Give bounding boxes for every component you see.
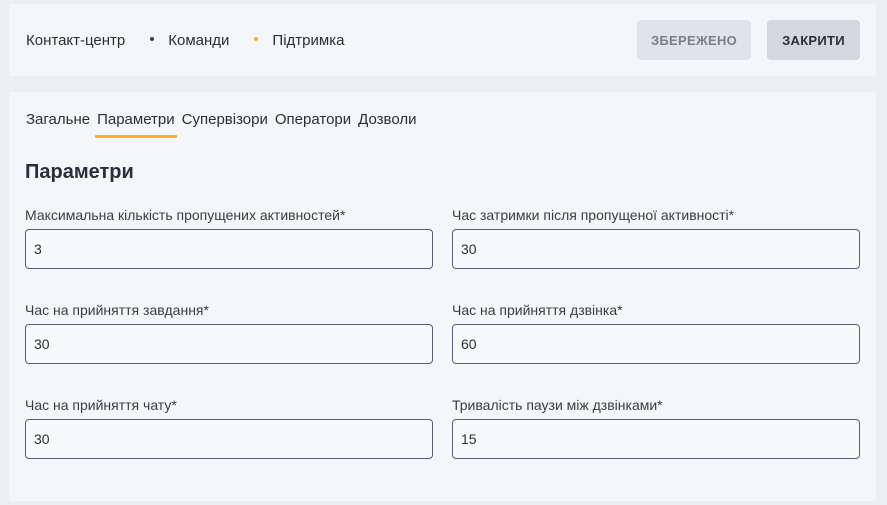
- breadcrumb-separator-dot: [150, 37, 155, 41]
- field-label: Тривалість паузи між дзвінками*: [452, 397, 663, 413]
- section-title: Параметри: [25, 161, 134, 183]
- breadcrumb: Контакт-центр Команди Підтримка: [26, 4, 344, 76]
- breadcrumb-separator-dot-accent: [254, 37, 259, 41]
- missed-activity-delay-input[interactable]: 30: [452, 229, 860, 269]
- missed-activity-delay-field: Час затримки після пропущеної активності…: [452, 206, 860, 269]
- header-bar: Контакт-центр Команди Підтримка ЗБЕРЕЖЕН…: [9, 4, 876, 76]
- close-button[interactable]: ЗАКРИТИ: [767, 20, 860, 60]
- field-label: Час на прийняття чату*: [25, 397, 177, 413]
- tab-permissions[interactable]: Дозволи: [358, 111, 416, 137]
- tab-general[interactable]: Загальне: [26, 111, 90, 137]
- field-label: Максимальна кількість пропущених активно…: [25, 207, 346, 223]
- breadcrumb-item-teams[interactable]: Команди: [168, 32, 229, 49]
- chat-accept-time-input[interactable]: 30: [25, 419, 433, 459]
- tab-parameters[interactable]: Параметри: [95, 111, 177, 138]
- settings-panel: Загальне Параметри Супервізори Оператори…: [9, 92, 876, 501]
- field-label: Час на прийняття завдання*: [25, 302, 209, 318]
- tab-supervisors[interactable]: Супервізори: [182, 111, 268, 137]
- task-accept-time-input[interactable]: 30: [25, 324, 433, 364]
- call-accept-time-input[interactable]: 60: [452, 324, 860, 364]
- pause-between-calls-input[interactable]: 15: [452, 419, 860, 459]
- field-label: Час затримки після пропущеної активності…: [452, 207, 735, 223]
- breadcrumb-item-contact-center[interactable]: Контакт-центр: [26, 32, 125, 49]
- task-accept-time-field: Час на прийняття завдання* 30: [25, 301, 433, 364]
- saved-button[interactable]: ЗБЕРЕЖЕНО: [637, 20, 751, 60]
- pause-between-calls-field: Тривалість паузи між дзвінками* 15: [452, 396, 860, 459]
- chat-accept-time-field: Час на прийняття чату* 30: [25, 396, 433, 459]
- tab-operators[interactable]: Оператори: [275, 111, 351, 137]
- breadcrumb-item-support: Підтримка: [272, 31, 345, 49]
- tab-bar: Загальне Параметри Супервізори Оператори…: [26, 111, 423, 138]
- max-missed-activities-field: Максимальна кількість пропущених активно…: [25, 206, 433, 269]
- call-accept-time-field: Час на прийняття дзвінка* 60: [452, 301, 860, 364]
- field-label: Час на прийняття дзвінка*: [452, 302, 623, 318]
- max-missed-activities-input[interactable]: 3: [25, 229, 433, 269]
